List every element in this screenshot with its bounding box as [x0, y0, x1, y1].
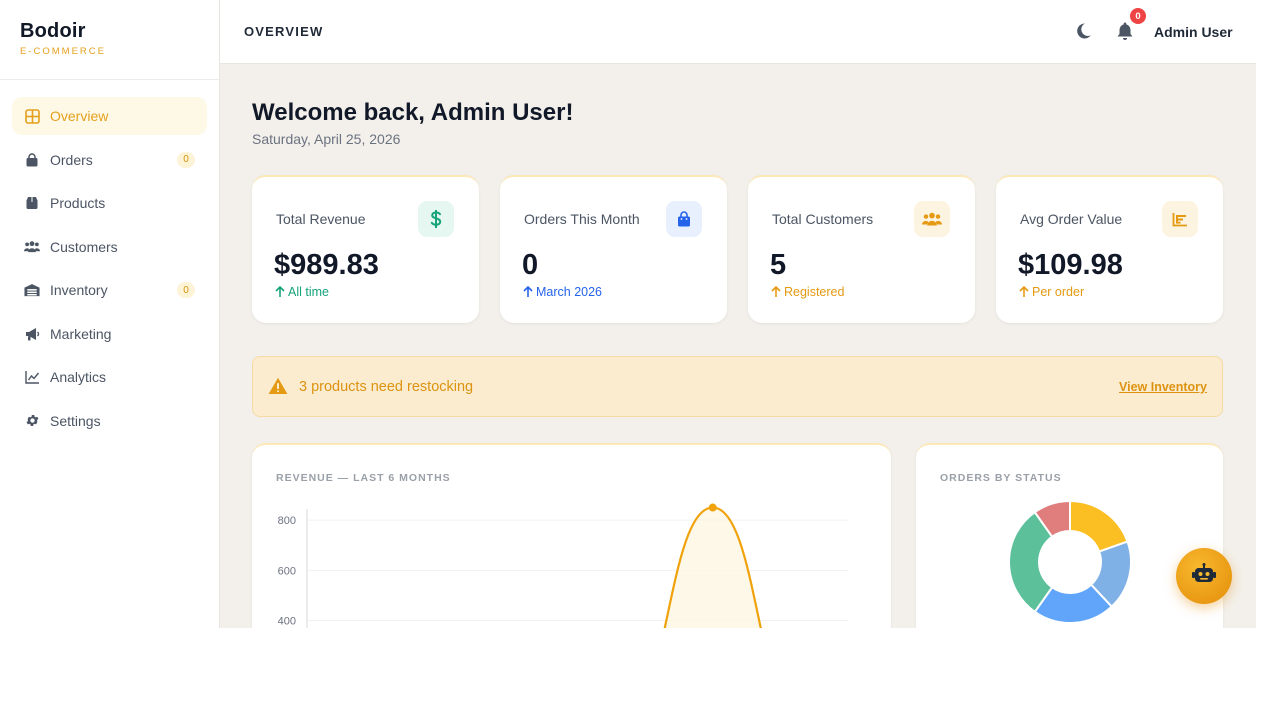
arrow-up-icon	[1019, 286, 1029, 297]
sidebar-item-label: Marketing	[50, 325, 112, 342]
sidebar-item-orders[interactable]: Orders 0	[12, 141, 207, 179]
page-title: OVERVIEW	[244, 24, 324, 39]
notification-count-badge: 0	[1130, 8, 1146, 24]
sidebar-item-marketing[interactable]: Marketing	[12, 315, 207, 353]
arrow-up-icon	[523, 286, 533, 297]
user-menu[interactable]: Admin User	[1154, 24, 1233, 40]
bell-icon[interactable]	[1116, 21, 1136, 41]
brand-name: Bodoir	[20, 20, 86, 42]
sidebar-item-label: Overview	[50, 108, 109, 124]
stat-subtext-label: All time	[288, 285, 329, 299]
stat-card-orders-this-month: Orders This Month 0 March 2026	[500, 175, 727, 323]
stat-card-total-revenue: Total Revenue $989.83 All time	[252, 175, 479, 323]
stat-value: 5	[770, 249, 787, 281]
sidebar-item-inventory[interactable]: Inventory 0	[12, 271, 207, 309]
shopping-bag-icon	[24, 152, 40, 168]
sidebar-item-overview[interactable]: Overview	[12, 97, 207, 135]
stat-card-total-customers: Total Customers 5 Registered	[748, 175, 975, 323]
stat-subtext: Per order	[1019, 285, 1084, 299]
stat-subtext: Registered	[771, 285, 844, 299]
stat-value: $989.83	[274, 249, 379, 281]
bar-chart-icon	[1162, 201, 1198, 237]
welcome-heading: Welcome back, Admin User!	[252, 99, 574, 126]
sidebar-item-label: Inventory	[50, 282, 108, 298]
brand[interactable]: Bodoir E-COMMERCE	[0, 0, 219, 80]
orders-by-status-panel: ORDERS BY STATUS	[916, 443, 1223, 628]
inventory-count-badge: 0	[177, 282, 195, 298]
y-tick-label: 400	[278, 616, 296, 628]
app-window: Bodoir E-COMMERCE Overview Orders 0 Prod…	[0, 0, 1256, 628]
warning-icon	[268, 377, 288, 397]
stat-label: Avg Order Value	[1020, 211, 1123, 227]
brand-subtitle: E-COMMERCE	[20, 46, 106, 57]
sidebar-item-label: Products	[50, 195, 106, 211]
current-date: Saturday, April 25, 2026	[252, 131, 401, 147]
stat-subtext: All time	[275, 285, 329, 299]
line-chart-icon	[24, 369, 40, 385]
sidebar-item-products[interactable]: Products	[12, 184, 207, 222]
warehouse-icon	[24, 282, 40, 298]
top-bar: OVERVIEW 0 Admin User	[220, 0, 1256, 64]
assistant-button[interactable]	[1176, 548, 1232, 604]
revenue-chart-panel: REVENUE — LAST 6 MONTHS 800600400200	[252, 443, 891, 628]
users-icon	[914, 201, 950, 237]
moon-icon[interactable]	[1074, 22, 1094, 42]
data-point[interactable]	[708, 503, 717, 512]
restock-alert: 3 products need restocking View Inventor…	[252, 356, 1223, 417]
stat-card-avg-order-value: Avg Order Value $109.98 Per order	[996, 175, 1223, 323]
arrow-up-icon	[771, 286, 781, 297]
stat-subtext-label: Registered	[784, 285, 845, 299]
revenue-area	[664, 507, 761, 628]
megaphone-icon	[24, 326, 40, 342]
stat-subtext: March 2026	[523, 285, 602, 299]
revenue-chart: 800600400200	[278, 503, 848, 628]
stat-subtext-label: March 2026	[536, 285, 603, 299]
users-icon	[24, 239, 40, 255]
orders-count-badge: 0	[177, 151, 195, 168]
box-icon	[24, 195, 40, 211]
sidebar-item-label: Analytics	[50, 369, 107, 385]
stat-value: $109.98	[1018, 249, 1123, 281]
grid-icon	[24, 108, 40, 124]
sidebar-item-customers[interactable]: Customers	[12, 228, 207, 266]
robot-icon	[1192, 562, 1216, 590]
sidebar-item-settings[interactable]: Settings	[12, 402, 207, 440]
orders-by-status-chart	[1008, 499, 1132, 624]
stat-label: Total Revenue	[276, 211, 366, 227]
sidebar-item-label: Orders	[50, 151, 93, 168]
stat-subtext-label: Per order	[1032, 285, 1085, 299]
gear-icon	[24, 413, 40, 429]
sidebar-item-analytics[interactable]: Analytics	[12, 358, 207, 396]
sidebar-item-label: Settings	[50, 412, 101, 429]
stat-label: Orders This Month	[524, 211, 640, 227]
dollar-icon	[418, 201, 454, 237]
y-tick-label: 800	[278, 515, 296, 527]
sidebar-nav: Overview Orders 0 Products Customers Inv…	[0, 80, 219, 440]
sidebar-item-label: Customers	[50, 238, 118, 255]
stat-value: 0	[522, 249, 539, 281]
alert-message: 3 products need restocking	[299, 379, 474, 395]
shopping-bag-icon	[666, 201, 702, 237]
view-inventory-link[interactable]: View Inventory	[1119, 380, 1207, 394]
arrow-up-icon	[275, 286, 285, 297]
y-tick-label: 600	[278, 565, 296, 577]
sidebar: Bodoir E-COMMERCE Overview Orders 0 Prod…	[0, 0, 220, 628]
stat-label: Total Customers	[772, 211, 874, 227]
